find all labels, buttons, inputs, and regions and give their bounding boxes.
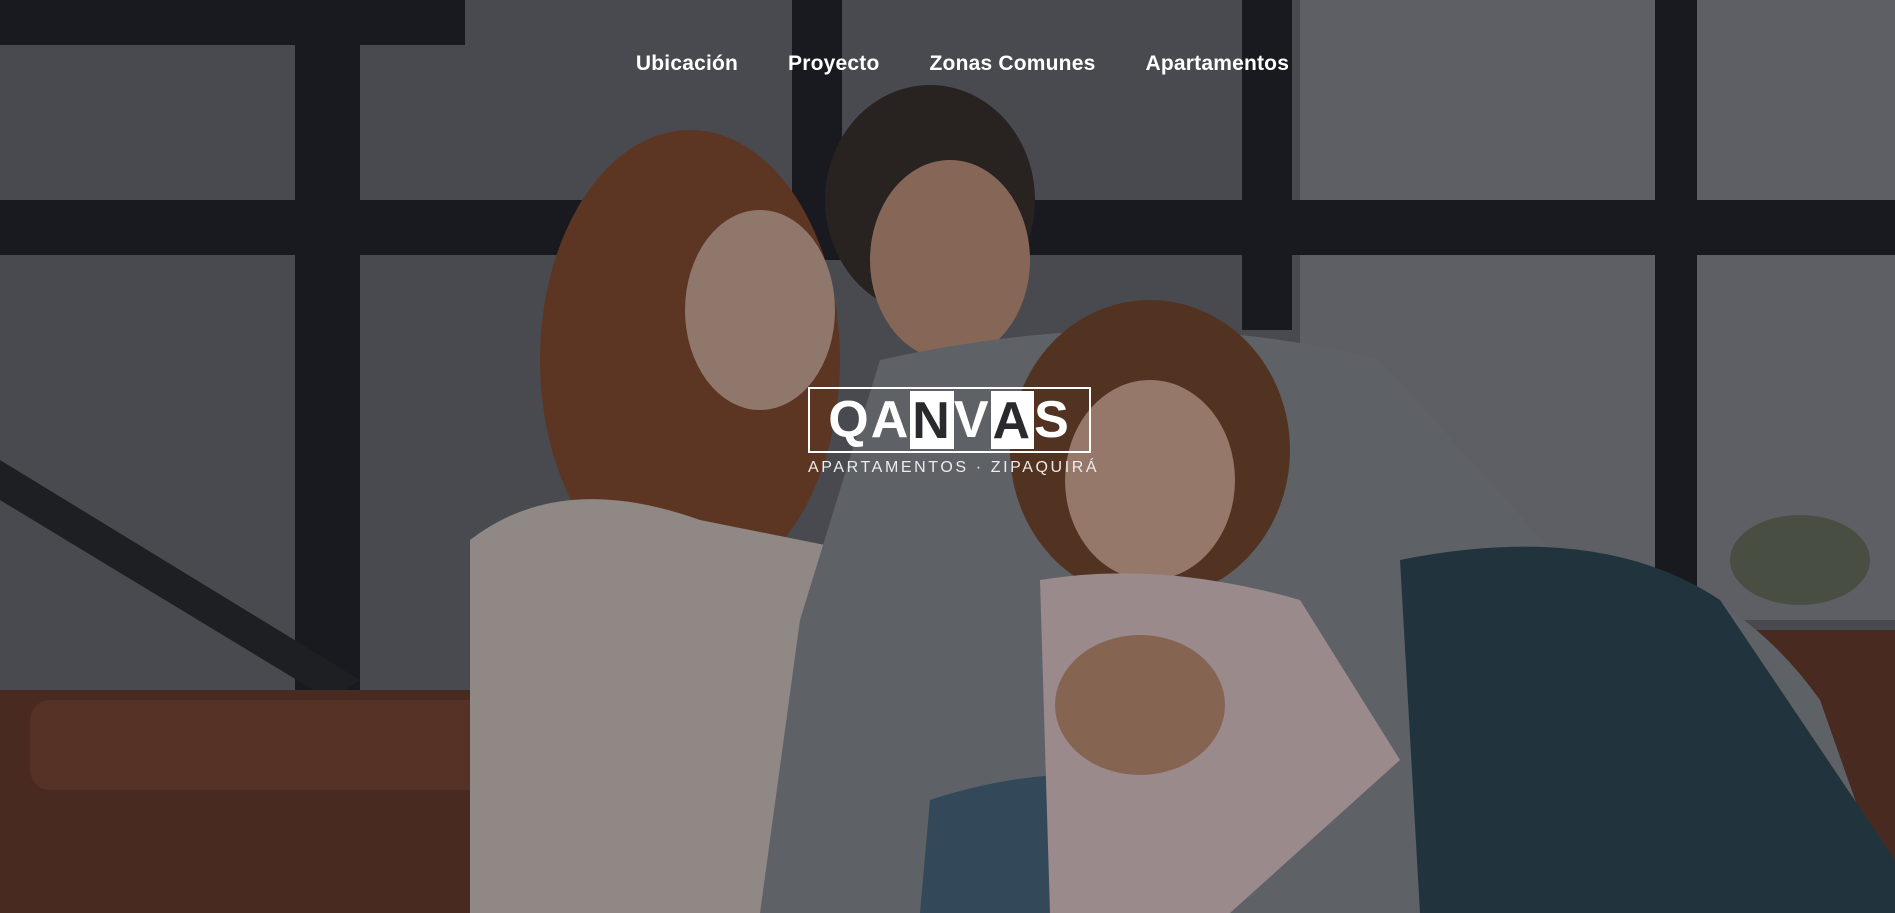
logo-letter: Q	[828, 391, 871, 449]
nav-link-proyecto[interactable]: Proyecto	[788, 52, 879, 76]
logo-wordmark: Q A N V A S	[808, 387, 1091, 453]
nav-link-zonas-comunes[interactable]: Zonas Comunes	[930, 52, 1096, 76]
logo-letter: S	[1034, 391, 1071, 449]
logo-letter: N	[910, 391, 954, 450]
logo-letter: V	[953, 391, 991, 449]
logo-letter: A	[990, 391, 1035, 450]
nav-link-apartamentos[interactable]: Apartamentos	[1145, 52, 1289, 76]
logo-tagline: APARTAMENTOS · ZIPAQUIRÁ	[808, 459, 1100, 476]
logo-letter: A	[870, 391, 911, 449]
main-nav: Ubicación Proyecto Zonas Comunes Apartam…	[0, 52, 1895, 76]
nav-link-ubicacion[interactable]: Ubicación	[636, 52, 738, 76]
hero-section: Ubicación Proyecto Zonas Comunes Apartam…	[0, 0, 1895, 913]
brand-logo[interactable]: Q A N V A S APARTAMENTOS · ZIPAQUIRÁ	[808, 387, 1100, 477]
